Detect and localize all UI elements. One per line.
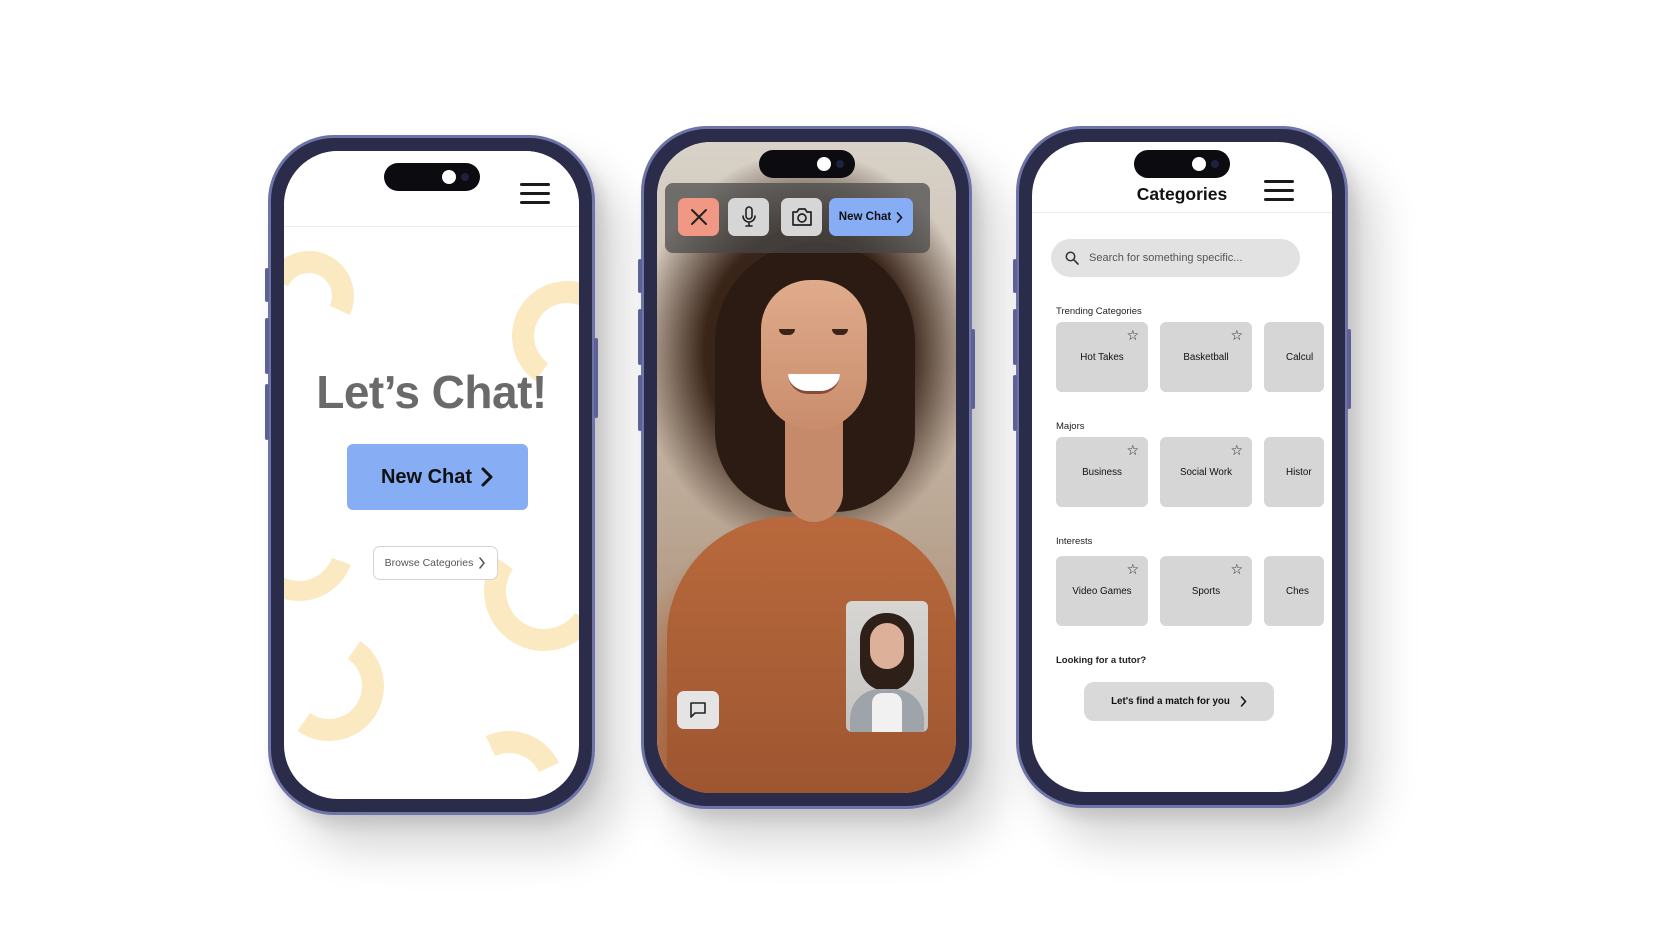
call-new-chat-label: New Chat (838, 211, 892, 223)
category-card[interactable]: ☆ Basketball (1160, 322, 1252, 392)
tutor-prompt: Looking for a tutor? (1056, 655, 1147, 666)
category-label: Sports (1191, 585, 1221, 597)
star-icon[interactable]: ☆ (1126, 562, 1139, 576)
chat-bubble-icon (690, 702, 706, 718)
category-card[interactable]: ☆ Sports (1160, 556, 1252, 626)
close-icon (690, 209, 707, 225)
mute-button[interactable] (728, 198, 769, 236)
decor-arc (284, 238, 367, 354)
new-chat-button[interactable]: New Chat (347, 444, 528, 510)
category-label: Histor (1286, 466, 1312, 478)
search-input[interactable] (1089, 252, 1289, 264)
open-chat-button[interactable] (677, 691, 719, 729)
find-match-label: Let's find a match for you (1111, 696, 1230, 707)
categories-screen: Categories Trending Categories ☆Hot Take… (1032, 142, 1332, 792)
dynamic-island (1134, 150, 1230, 178)
decor-arc (474, 521, 579, 661)
category-label: Social Work (1179, 466, 1233, 478)
section-label-interests: Interests (1056, 536, 1093, 547)
category-label: Video Games (1072, 585, 1132, 597)
end-call-button[interactable] (678, 198, 719, 236)
category-label: Business (1082, 466, 1122, 478)
chevron-right-icon (896, 211, 903, 223)
hamburger-menu-icon[interactable] (1264, 180, 1294, 202)
category-card[interactable]: ☆ Hot Takes (1056, 322, 1148, 392)
search-icon (1065, 251, 1079, 265)
camera-icon (791, 208, 812, 226)
phone-categories: Categories Trending Categories ☆Hot Take… (1013, 126, 1351, 808)
call-new-chat-button[interactable]: New Chat (829, 198, 913, 236)
phone-welcome: Let’s Chat! New Chat Browse Categories (265, 135, 598, 815)
star-icon[interactable]: ☆ (1126, 328, 1139, 342)
category-label: Ches (1286, 585, 1309, 597)
category-label: Hot Takes (1080, 351, 1124, 363)
chevron-right-icon (479, 557, 486, 569)
phone-video-call: New Chat (638, 126, 975, 809)
hamburger-menu-icon[interactable] (520, 183, 550, 205)
majors-row: ☆ Business ☆ Social Work Histor (1056, 437, 1332, 507)
category-card[interactable]: ☆ Social Work (1160, 437, 1252, 507)
welcome-screen: Let’s Chat! New Chat Browse Categories (284, 151, 579, 799)
new-chat-label: New Chat (380, 465, 473, 488)
call-toolbar: New Chat (665, 183, 930, 253)
trending-row: ☆ Hot Takes ☆ Basketball Calcul (1056, 322, 1332, 392)
chevron-right-icon (481, 467, 493, 487)
dynamic-island (383, 163, 480, 191)
microphone-icon (741, 206, 756, 227)
chevron-right-icon (1240, 696, 1247, 707)
star-icon[interactable]: ☆ (1230, 562, 1243, 576)
category-card[interactable]: Histor (1264, 437, 1324, 507)
category-card[interactable]: ☆ Business (1056, 437, 1148, 507)
category-label: Basketball (1183, 351, 1229, 363)
browse-categories-button[interactable]: Browse Categories (373, 546, 498, 580)
category-card[interactable]: Calcul (1264, 322, 1324, 392)
find-match-button[interactable]: Let's find a match for you (1084, 682, 1274, 721)
category-card[interactable]: Ches (1264, 556, 1324, 626)
self-video-preview[interactable] (846, 601, 928, 732)
interests-row: ☆ Video Games ☆ Sports Ches (1056, 556, 1332, 626)
star-icon[interactable]: ☆ (1126, 443, 1139, 457)
camera-toggle-button[interactable] (781, 198, 822, 236)
search-bar[interactable] (1051, 239, 1300, 277)
video-call-screen: New Chat (657, 142, 956, 793)
star-icon[interactable]: ☆ (1230, 443, 1243, 457)
category-card[interactable]: ☆ Video Games (1056, 556, 1148, 626)
section-label-trending: Trending Categories (1056, 306, 1142, 317)
star-icon[interactable]: ☆ (1230, 328, 1243, 342)
dynamic-island (758, 150, 855, 178)
decor-arc (284, 622, 393, 750)
welcome-title: Let’s Chat! (316, 366, 547, 418)
category-label: Calcul (1286, 351, 1314, 363)
section-label-majors: Majors (1056, 421, 1085, 432)
decor-arc (438, 715, 579, 799)
browse-categories-label: Browse Categories (384, 557, 474, 569)
